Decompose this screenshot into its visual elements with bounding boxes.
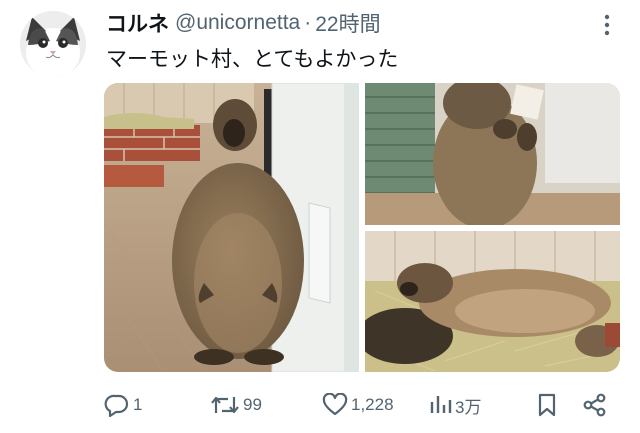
cat-avatar-image (20, 11, 86, 77)
reply-count: 1 (133, 395, 143, 414)
photo-2[interactable] (365, 83, 620, 225)
retweet-count: 99 (243, 395, 262, 414)
marmot-sleeping-photo (365, 231, 620, 372)
more-options-button[interactable] (596, 12, 618, 38)
like-count: 1,228 (351, 395, 394, 414)
display-name[interactable]: コルネ (106, 8, 169, 38)
share-button[interactable] (582, 391, 608, 419)
heart-icon (322, 393, 348, 416)
like-button[interactable]: 1,228 (322, 391, 394, 419)
avatar[interactable] (20, 11, 86, 77)
tweet-text: マーモット村、とてもよかった (106, 48, 399, 71)
tweet-header: コルネ @unicornetta · 22時間 (106, 10, 381, 36)
separator: · (304, 11, 312, 34)
marmot-standing-photo (104, 83, 359, 372)
retweet-icon (211, 396, 239, 414)
action-bar: 1 99 1,228 3万 (104, 391, 614, 419)
share-icon (583, 393, 606, 417)
user-handle[interactable]: @unicornetta (175, 11, 300, 35)
more-vertical-icon (604, 14, 610, 36)
bar-chart-icon (430, 396, 452, 413)
photo-1[interactable] (104, 83, 359, 372)
marmot-eating-photo (365, 83, 620, 225)
views-count: 3万 (455, 397, 482, 417)
photo-3[interactable] (365, 231, 620, 372)
reply-icon (104, 394, 129, 417)
media-grid (104, 83, 620, 372)
reply-button[interactable]: 1 (104, 391, 142, 419)
timestamp[interactable]: 22時間 (315, 8, 380, 38)
bookmark-button[interactable] (536, 391, 558, 419)
retweet-button[interactable]: 99 (210, 391, 262, 419)
views-button[interactable]: 3万 (428, 391, 481, 419)
bookmark-icon (538, 393, 556, 417)
